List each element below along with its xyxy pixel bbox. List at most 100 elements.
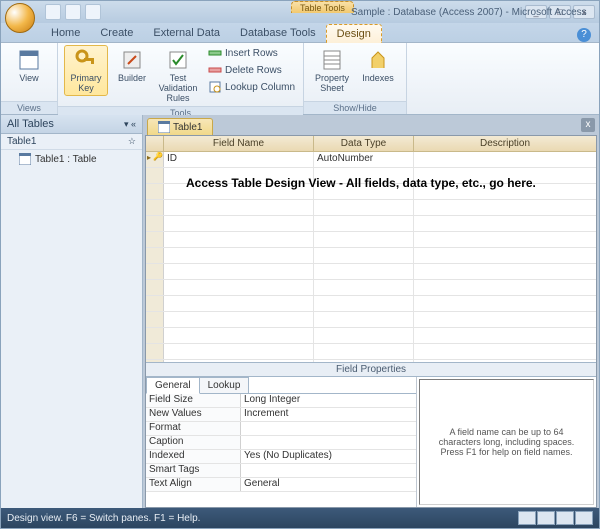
property-value[interactable]: Long Integer: [241, 394, 416, 407]
nav-header[interactable]: All Tables ▾ «: [1, 115, 142, 134]
lookup-column-button[interactable]: Lookup Column: [206, 79, 297, 95]
contextual-tab-label: Table Tools: [291, 1, 354, 13]
grid-row[interactable]: [146, 296, 596, 312]
row-selector[interactable]: [146, 280, 164, 295]
row-selector[interactable]: [146, 200, 164, 215]
col-description[interactable]: Description: [414, 136, 596, 151]
help-icon[interactable]: ?: [577, 28, 591, 42]
row-selector[interactable]: [146, 360, 164, 362]
design-view-button[interactable]: [537, 511, 555, 525]
quick-access-toolbar: [45, 4, 101, 20]
property-row[interactable]: Format: [146, 422, 416, 436]
builder-button[interactable]: Builder: [110, 45, 154, 86]
row-selector[interactable]: [146, 344, 164, 359]
row-selector[interactable]: [146, 312, 164, 327]
workspace: All Tables ▾ « Table1 ☆ Table1 : Table T…: [1, 115, 599, 508]
row-selector[interactable]: [146, 216, 164, 231]
property-value[interactable]: [241, 464, 416, 477]
tab-database-tools[interactable]: Database Tools: [230, 24, 326, 42]
status-text: Design view. F6 = Switch panes. F1 = Hel…: [7, 513, 200, 524]
property-value[interactable]: General: [241, 478, 416, 491]
row-selector[interactable]: [146, 232, 164, 247]
grid-row[interactable]: [146, 312, 596, 328]
tab-design[interactable]: Design: [326, 24, 382, 43]
property-help: A field name can be up to 64 characters …: [419, 379, 594, 505]
chart-view-button[interactable]: [575, 511, 593, 525]
property-value[interactable]: Increment: [241, 408, 416, 421]
nav-group-table1[interactable]: Table1 ☆: [1, 134, 142, 150]
grid-row[interactable]: [146, 200, 596, 216]
document-area: Table1 x Field Name Data Type Descriptio…: [143, 115, 599, 508]
property-row[interactable]: New ValuesIncrement: [146, 408, 416, 422]
group-tools: Primary Key Builder Test Validation Rule…: [58, 43, 304, 114]
tab-lookup[interactable]: Lookup: [199, 377, 250, 393]
property-value[interactable]: [241, 436, 416, 449]
property-row[interactable]: Caption: [146, 436, 416, 450]
insert-rows-button[interactable]: Insert Rows: [206, 45, 297, 61]
row-selector[interactable]: [146, 248, 164, 263]
datasheet-view-button[interactable]: [518, 511, 536, 525]
office-button[interactable]: [5, 3, 35, 33]
view-icon: [17, 48, 41, 72]
property-row[interactable]: IndexedYes (No Duplicates): [146, 450, 416, 464]
property-name: Format: [146, 422, 241, 435]
chevron-down-icon: ▾ «: [124, 119, 136, 130]
property-name: Caption: [146, 436, 241, 449]
row-selector[interactable]: [146, 152, 164, 167]
tab-create[interactable]: Create: [90, 24, 143, 42]
property-row[interactable]: Smart Tags: [146, 464, 416, 478]
grid-header: Field Name Data Type Description: [146, 136, 596, 152]
row-selector[interactable]: [146, 168, 164, 183]
grid-body[interactable]: ID AutoNumber Access Table Design View -…: [146, 152, 596, 362]
row-selector[interactable]: [146, 296, 164, 311]
grid-row[interactable]: ID AutoNumber: [146, 152, 596, 168]
tab-home[interactable]: Home: [41, 24, 90, 42]
grid-row[interactable]: [146, 360, 596, 362]
row-selector[interactable]: [146, 264, 164, 279]
property-name: Text Align: [146, 478, 241, 491]
property-name: New Values: [146, 408, 241, 421]
property-value[interactable]: Yes (No Duplicates): [241, 450, 416, 463]
property-grid[interactable]: Field SizeLong IntegerNew ValuesIncremen…: [146, 394, 416, 507]
cell-description[interactable]: [414, 152, 596, 167]
grid-row[interactable]: [146, 232, 596, 248]
cell-field-name[interactable]: ID: [164, 152, 314, 167]
property-sheet-button[interactable]: Property Sheet: [310, 45, 354, 96]
grid-row[interactable]: [146, 344, 596, 360]
delete-rows-button[interactable]: Delete Rows: [206, 62, 297, 78]
cell-data-type[interactable]: AutoNumber: [314, 152, 414, 167]
doc-close-button[interactable]: x: [581, 118, 595, 132]
grid-row[interactable]: [146, 216, 596, 232]
qat-save-icon[interactable]: [45, 4, 61, 20]
qat-redo-icon[interactable]: [85, 4, 101, 20]
grid-row[interactable]: [146, 248, 596, 264]
row-selector[interactable]: [146, 184, 164, 199]
col-data-type[interactable]: Data Type: [314, 136, 414, 151]
row-selector[interactable]: [146, 328, 164, 343]
col-field-name[interactable]: Field Name: [164, 136, 314, 151]
indexes-button[interactable]: Indexes: [356, 45, 400, 86]
view-button[interactable]: View: [7, 45, 51, 86]
field-properties-label: Field Properties: [146, 362, 596, 377]
property-row[interactable]: Field SizeLong Integer: [146, 394, 416, 408]
property-sheet-icon: [320, 48, 344, 72]
ribbon-tabstrip: Home Create External Data Database Tools…: [1, 23, 599, 43]
property-row[interactable]: Text AlignGeneral: [146, 478, 416, 492]
group-showhide: Property Sheet Indexes Show/Hide: [304, 43, 407, 114]
props-tabs: General Lookup: [146, 377, 416, 394]
primary-key-button[interactable]: Primary Key: [64, 45, 108, 96]
pivot-view-button[interactable]: [556, 511, 574, 525]
property-value[interactable]: [241, 422, 416, 435]
test-validation-button[interactable]: Test Validation Rules: [156, 45, 200, 106]
grid-row[interactable]: [146, 280, 596, 296]
grid-row[interactable]: [146, 328, 596, 344]
insert-row-icon: [208, 46, 222, 60]
nav-item-table1[interactable]: Table1 : Table: [1, 150, 142, 168]
tab-general[interactable]: General: [146, 377, 200, 394]
grid-row[interactable]: [146, 264, 596, 280]
qat-undo-icon[interactable]: [65, 4, 81, 20]
doc-tab-table1[interactable]: Table1: [147, 118, 213, 135]
property-name: Field Size: [146, 394, 241, 407]
tab-external-data[interactable]: External Data: [143, 24, 230, 42]
view-switcher: [518, 511, 593, 525]
